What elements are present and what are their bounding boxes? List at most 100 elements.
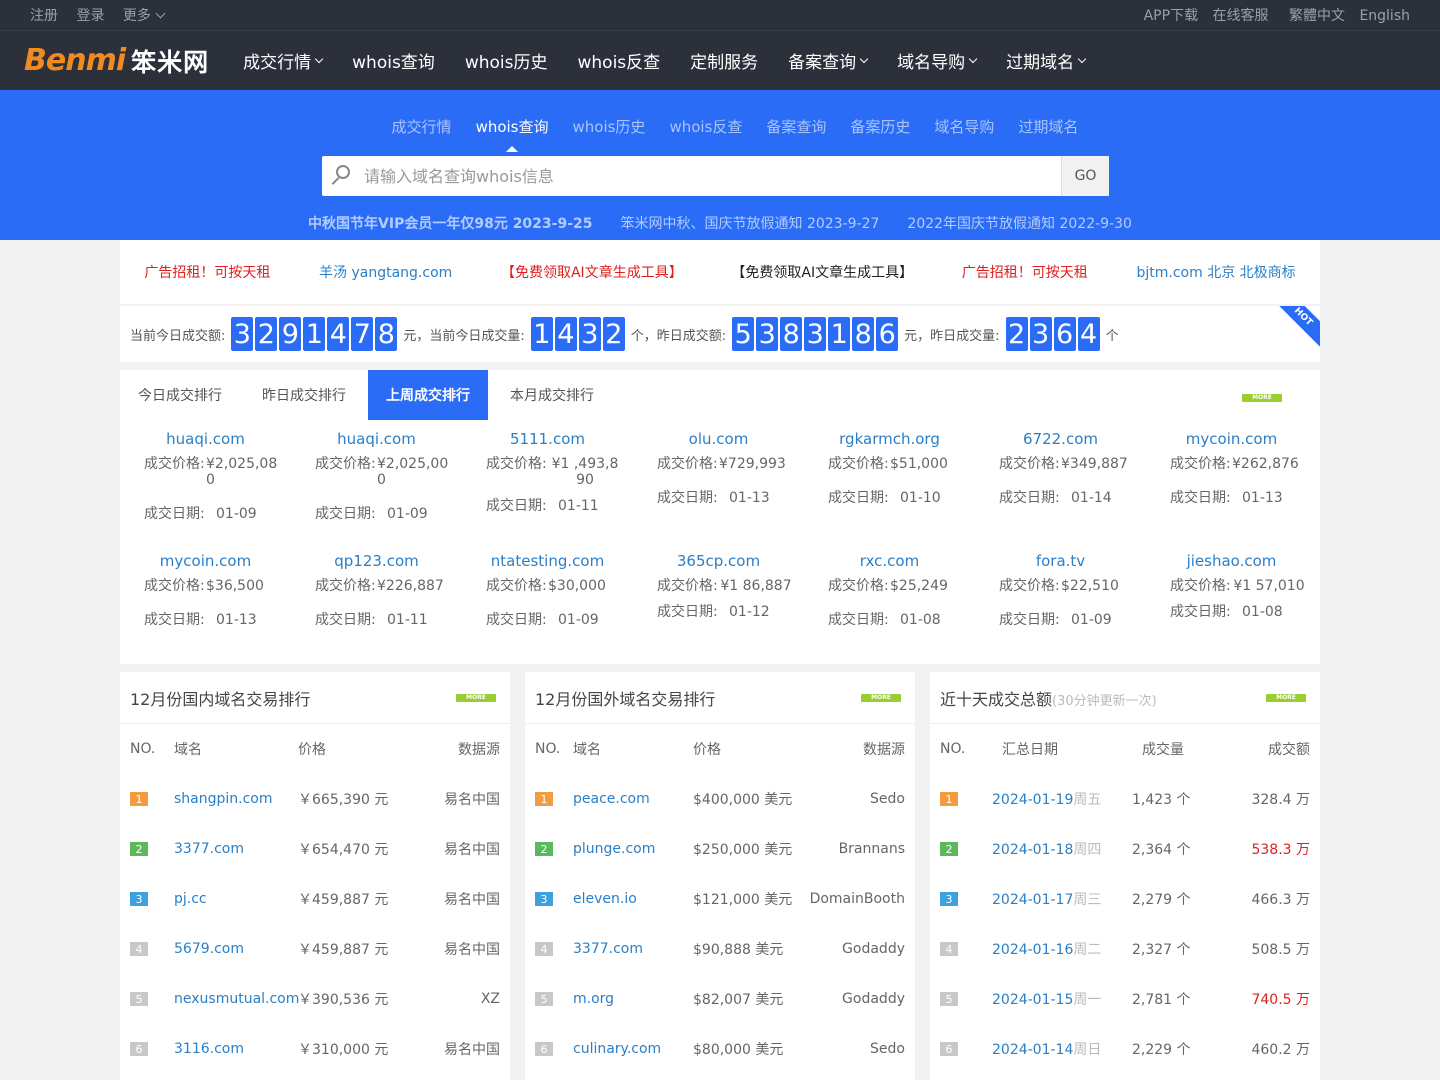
- search-box: GO: [322, 156, 1109, 196]
- ranking-tab-3[interactable]: 本月成交排行: [492, 370, 612, 420]
- ad-link[interactable]: 【免费领取AI文章生成工具】: [501, 262, 683, 282]
- search-tab-2[interactable]: whois历史: [573, 116, 646, 137]
- search-tabs: 成交行情 whois查询 whois历史 whois反查 备案查询 备案历史 域名导购 过期域…: [120, 90, 1320, 152]
- price-cell: ￥459,887 元: [298, 942, 389, 958]
- ranking-domain-link[interactable]: qp123.com: [306, 552, 447, 570]
- nav-item-0[interactable]: 成交行情: [243, 48, 324, 73]
- domain-link[interactable]: culinary.com: [573, 1041, 693, 1057]
- ranking-tab-2[interactable]: 上周成交排行: [368, 370, 488, 420]
- date-cell: 2024-01-19周五: [992, 789, 1122, 809]
- nav-item-7[interactable]: 过期域名: [1006, 48, 1087, 73]
- ranking-domain-link[interactable]: mycoin.com: [135, 552, 276, 570]
- search-input[interactable]: [362, 156, 1061, 196]
- english-link[interactable]: English: [1359, 8, 1410, 24]
- date-cell: 2024-01-15周一: [992, 989, 1122, 1009]
- ranking-tab-0[interactable]: 今日成交排行: [120, 370, 240, 420]
- ranking-domain-link[interactable]: fora.tv: [990, 552, 1131, 570]
- ranking-tab-1[interactable]: 昨日成交排行: [244, 370, 364, 420]
- rank-number-badge: 6: [940, 1042, 958, 1056]
- date-value: 01-08: [900, 612, 941, 628]
- counter-digit: 4: [327, 317, 350, 351]
- date-link[interactable]: 2024-01-18: [992, 842, 1073, 858]
- search-tab-6[interactable]: 域名导购: [934, 116, 994, 137]
- search-tab-5[interactable]: 备案历史: [850, 116, 910, 137]
- amount-cell: 466.3 万: [1251, 892, 1310, 908]
- date-link[interactable]: 2024-01-14: [992, 1042, 1073, 1058]
- date-value: 01-13: [216, 612, 257, 628]
- ranking-domain-link[interactable]: ntatesting.com: [477, 552, 618, 570]
- ranking-domain-link[interactable]: huaqi.com: [135, 430, 276, 448]
- ranking-domain-link[interactable]: rgkarmch.org: [819, 430, 960, 448]
- traditional-chinese-link[interactable]: 繁體中文: [1289, 8, 1345, 24]
- ranking-domain-link[interactable]: olu.com: [648, 430, 789, 448]
- date-link[interactable]: 2024-01-15: [992, 992, 1073, 1008]
- date-link[interactable]: 2024-01-16: [992, 942, 1073, 958]
- date-value: 01-10: [900, 490, 941, 506]
- table-row: 2 3377.com ￥654,470 元 易名中国: [120, 824, 510, 874]
- ad-link[interactable]: 广告招租！可按天租: [144, 262, 270, 282]
- panel-more-button[interactable]: MORE: [456, 693, 496, 702]
- domain-link[interactable]: 3377.com: [174, 841, 298, 857]
- counter-digit: 9: [279, 317, 302, 351]
- go-button[interactable]: GO: [1061, 156, 1109, 196]
- date-link[interactable]: 2024-01-17: [992, 892, 1073, 908]
- ranking-domain-link[interactable]: 365cp.com: [648, 552, 789, 570]
- logo-en: Benmi: [24, 43, 126, 78]
- domain-link[interactable]: nexusmutual.com: [174, 991, 299, 1007]
- domain-link[interactable]: eleven.io: [573, 891, 693, 907]
- ranking-domain-link[interactable]: 6722.com: [990, 430, 1131, 448]
- ranking-domain-link[interactable]: rxc.com: [819, 552, 960, 570]
- register-link[interactable]: 注册: [30, 8, 58, 24]
- ad-link[interactable]: bjtm.com 北京 北极商标: [1136, 262, 1295, 282]
- notice-link[interactable]: 笨米网中秋、国庆节放假通知 2023-9-27: [621, 213, 880, 233]
- domain-link[interactable]: pj.cc: [174, 891, 298, 907]
- date-link[interactable]: 2024-01-19: [992, 792, 1073, 808]
- panel-more-button[interactable]: MORE: [861, 693, 901, 702]
- nav-item-3[interactable]: whois反查: [577, 48, 660, 73]
- domain-link[interactable]: 3377.com: [573, 941, 693, 957]
- domain-link[interactable]: peace.com: [573, 791, 693, 807]
- nav-item-label: 过期域名: [1006, 53, 1075, 73]
- domain-link[interactable]: 3116.com: [174, 1041, 298, 1057]
- panel-more-button[interactable]: MORE: [1266, 693, 1306, 702]
- counter-digit: 3: [756, 317, 779, 351]
- search-tab-3[interactable]: whois反查: [669, 116, 742, 137]
- nav-item-6[interactable]: 域名导购: [897, 48, 978, 73]
- login-link[interactable]: 登录: [76, 8, 104, 24]
- notice-link[interactable]: 中秋国节年VIP会员一年仅98元 2023-9-25: [308, 213, 592, 233]
- table-row: 6 culinary.com $80,000 美元 Sedo: [525, 1024, 915, 1074]
- online-service-link[interactable]: 在线客服: [1213, 8, 1269, 24]
- domain-link[interactable]: m.org: [573, 991, 693, 1007]
- date-label: 成交日期:: [657, 604, 718, 620]
- search-tab-0[interactable]: 成交行情: [392, 116, 452, 137]
- more-menu[interactable]: 更多: [123, 8, 166, 24]
- column-header: 域名: [174, 742, 202, 758]
- price-label: 成交价格:: [1170, 456, 1231, 472]
- ad-link[interactable]: 【免费领取AI文章生成工具】: [731, 262, 913, 282]
- ranking-more-button[interactable]: MORE: [1242, 394, 1282, 402]
- nav-item-4[interactable]: 定制服务: [690, 48, 758, 73]
- search-tab-1[interactable]: whois查询: [476, 116, 549, 152]
- ranking-domain-link[interactable]: 5111.com: [477, 430, 618, 448]
- app-download-link[interactable]: APP下载: [1144, 8, 1198, 24]
- top-bar-left: 注册 登录 更多: [30, 5, 178, 25]
- rank-number-badge: 2: [940, 842, 958, 856]
- rank-cell: 4: [535, 942, 573, 956]
- domain-link[interactable]: plunge.com: [573, 841, 693, 857]
- domain-link[interactable]: 5679.com: [174, 941, 298, 957]
- domain-link[interactable]: shangpin.com: [174, 791, 298, 807]
- nav-item-5[interactable]: 备案查询: [788, 48, 869, 73]
- ad-link[interactable]: 广告招租！可按天租: [962, 262, 1088, 282]
- nav-item-1[interactable]: whois查询: [352, 48, 435, 73]
- logo[interactable]: Benmi 笨米网: [24, 43, 209, 79]
- ranking-domain-link[interactable]: huaqi.com: [306, 430, 447, 448]
- notice-link[interactable]: 2022年国庆节放假通知 2022-9-30: [907, 213, 1132, 233]
- chevron-down-icon: [859, 54, 869, 63]
- price-value: ¥1 ,493,890: [551, 456, 619, 488]
- search-tab-7[interactable]: 过期域名: [1018, 116, 1078, 137]
- ranking-domain-link[interactable]: mycoin.com: [1161, 430, 1302, 448]
- nav-item-2[interactable]: whois历史: [465, 48, 548, 73]
- ranking-domain-link[interactable]: jieshao.com: [1161, 552, 1302, 570]
- ad-link[interactable]: 羊汤 yangtang.com: [319, 262, 452, 282]
- search-tab-4[interactable]: 备案查询: [766, 116, 826, 137]
